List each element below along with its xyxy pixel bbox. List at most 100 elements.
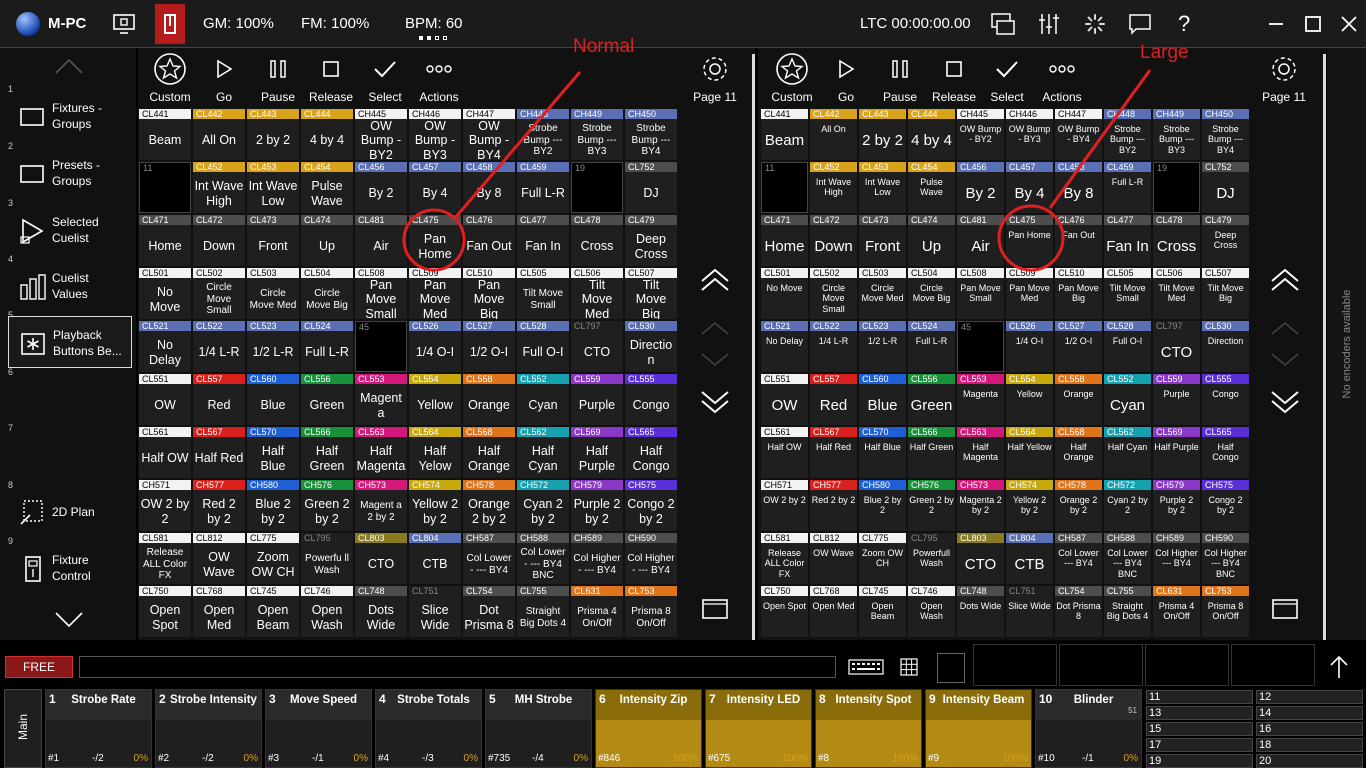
playback-button[interactable]: CL508 Pan Move Small (957, 268, 1004, 319)
playback-button[interactable]: CL526 1/4 O-I (409, 321, 461, 372)
playback-button[interactable]: CL503 Circle Move Med (247, 268, 299, 319)
playback-button[interactable]: CL561 Half OW (761, 427, 808, 478)
playback-button[interactable]: CL561 Half OW (139, 427, 191, 478)
playback-button[interactable]: CL558 Orange (1055, 374, 1102, 425)
page-first-icon[interactable] (1269, 266, 1301, 292)
playback-button[interactable]: CL443 2 by 2 (247, 109, 299, 160)
playback-button[interactable]: CL510 Pan Move Big (1055, 268, 1102, 319)
mini-executor-11[interactable]: 11 (1146, 690, 1253, 704)
playback-button[interactable]: CL530 Directio n (625, 321, 677, 372)
playback-button[interactable]: CL745 Open Beam (247, 586, 299, 637)
page-button[interactable]: Page 11 (1258, 52, 1310, 108)
page-up-icon[interactable] (1269, 314, 1301, 340)
playback-button[interactable]: CH589 Col Higher - --- BY4 (571, 533, 623, 584)
playback-button[interactable]: CL481 Air (957, 215, 1004, 266)
playback-button[interactable]: CL752 DJ (1202, 162, 1249, 213)
scroll-up-icon[interactable] (54, 57, 84, 75)
playback-button[interactable]: CL505 Tilt Move Small (517, 268, 569, 319)
playback-button[interactable]: CL562 Half Cyan (1104, 427, 1151, 478)
executor-5[interactable]: 5 MH Strobe #735 -/4 0% (485, 689, 592, 768)
release-button[interactable]: Release (928, 52, 980, 108)
help-icon[interactable]: ? (1178, 0, 1190, 48)
executor-9[interactable]: 9 Intensity Beam #9 100% (925, 689, 1032, 768)
playback-button[interactable]: CL563 Half Magenta (957, 427, 1004, 478)
scrollbar[interactable] (752, 54, 755, 640)
playback-button[interactable]: CL566 Half Green (301, 427, 353, 478)
playback-button[interactable]: CH587 Col Lower - --- BY4 (463, 533, 515, 584)
playback-button[interactable]: CL566 Half Green (908, 427, 955, 478)
playback-button[interactable]: CL454 Pulse Wave (301, 162, 353, 213)
playback-button[interactable]: CL750 Open Spot (139, 586, 191, 637)
scroll-down-icon[interactable] (54, 611, 84, 629)
playback-button[interactable]: CL521 No Delay (139, 321, 191, 372)
playback-button[interactable]: CL557 Red (810, 374, 857, 425)
faders-icon[interactable] (1037, 12, 1061, 36)
playback-button[interactable]: CH446 OW Bump - BY3 (1006, 109, 1053, 160)
playback-button[interactable]: CL444 4 by 4 (301, 109, 353, 160)
actions-button[interactable]: Actions (413, 52, 465, 108)
playback-button[interactable]: CH447 OW Bump - BY4 (463, 109, 515, 160)
playback-button[interactable]: CL474 Up (301, 215, 353, 266)
playback-button[interactable]: CL523 1/2 L-R (859, 321, 906, 372)
playback-button[interactable]: CH590 Col Higher --- BY4 BNC (1202, 533, 1249, 584)
playback-button[interactable]: CL569 Half Purple (571, 427, 623, 478)
playback-button[interactable]: CH579 Purple 2 by 2 (571, 480, 623, 531)
playback-button[interactable]: CL473 Front (247, 215, 299, 266)
playback-button[interactable]: CL564 Half Yellow (1006, 427, 1053, 478)
playback-button[interactable]: CL452 Int Wave High (810, 162, 857, 213)
playback-button[interactable]: CL528 Full O-I (1104, 321, 1151, 372)
playback-button[interactable]: CL527 1/2 O-I (1055, 321, 1102, 372)
playback-button[interactable]: CH450 Strobe Bump --- BY4 (1202, 109, 1249, 160)
grid-icon[interactable] (900, 658, 918, 676)
executor-2[interactable]: 2 Strobe Intensity #2 -/2 0% (155, 689, 262, 768)
playback-button[interactable]: CL459 Full L-R (517, 162, 569, 213)
playback-button[interactable]: CL472 Down (810, 215, 857, 266)
playback-button[interactable]: CH590 Col Higher - --- BY4 (625, 533, 677, 584)
playback-button[interactable]: CL559 Purple (1153, 374, 1200, 425)
page-last-icon[interactable] (1269, 390, 1301, 416)
release-button[interactable]: Release (305, 52, 357, 108)
playback-button[interactable]: CL442 All On (193, 109, 245, 160)
arrow-up-icon[interactable] (1328, 654, 1350, 680)
playback-button[interactable]: CH576 Green 2 by 2 (908, 480, 955, 531)
playback-button[interactable]: CL631 Prisma 4 On/Off (1153, 586, 1200, 637)
playback-button[interactable]: CL746 Open Wash (301, 586, 353, 637)
slot-1[interactable] (973, 644, 1057, 686)
playback-button[interactable]: CH447 OW Bump - BY4 (1055, 109, 1102, 160)
playback-button[interactable]: CH573 Magenta 2 by 2 (957, 480, 1004, 531)
playback-button[interactable]: CL507 Tilt Move Big (625, 268, 677, 319)
sidebar-item-2[interactable]: Presets - Groups (8, 147, 132, 199)
playback-button[interactable]: CL755 Straight Big Dots 4 (1104, 586, 1151, 637)
free-button[interactable]: FREE (5, 656, 73, 678)
keyboard-icon[interactable] (848, 657, 884, 677)
playback-button[interactable]: CL442 All On (810, 109, 857, 160)
playback-button[interactable]: CL565 Half Congo (1202, 427, 1249, 478)
playback-button[interactable]: CL553 Magenta (957, 374, 1004, 425)
playback-button[interactable]: CL552 Cyan (517, 374, 569, 425)
page-down-icon[interactable] (1269, 348, 1301, 374)
playback-button[interactable]: CL556 Green (908, 374, 955, 425)
playback-button[interactable]: CH580 Blue 2 by 2 (247, 480, 299, 531)
playback-button[interactable]: CL752 DJ (625, 162, 677, 213)
playback-button[interactable]: CL452 Int Wave High (193, 162, 245, 213)
playback-button[interactable]: CH449 Strobe Bump --- BY3 (571, 109, 623, 160)
playback-button[interactable]: CL459 Full L-R (1104, 162, 1151, 213)
playback-button[interactable]: CL477 Fan In (517, 215, 569, 266)
playback-button[interactable]: CL457 By 4 (409, 162, 461, 213)
playback-button[interactable]: CL477 Fan In (1104, 215, 1151, 266)
playback-button[interactable]: CL560 Blue (247, 374, 299, 425)
window-icon[interactable] (699, 596, 731, 622)
page-button[interactable]: Page 11 (689, 52, 741, 108)
playback-button[interactable]: CL746 Open Wash (908, 586, 955, 637)
playback-button[interactable]: CL570 Half Blue (859, 427, 906, 478)
playback-button[interactable]: CL754 Dot Prisma 8 (1055, 586, 1102, 637)
playback-button[interactable]: CH445 OW Bump - BY2 (355, 109, 407, 160)
executor-6[interactable]: 6 Intensity Zip #846 100% (595, 689, 702, 768)
playback-button[interactable]: CL555 Congo (625, 374, 677, 425)
page-down-icon[interactable] (699, 348, 731, 374)
maximize-icon[interactable] (1303, 14, 1323, 34)
playback-button[interactable]: CL631 Prisma 4 On/Off (571, 586, 623, 637)
playback-button[interactable]: CL567 Half Red (810, 427, 857, 478)
playback-button[interactable]: CL751 Slice Wide (1006, 586, 1053, 637)
playback-button[interactable]: CH446 OW Bump - BY3 (409, 109, 461, 160)
